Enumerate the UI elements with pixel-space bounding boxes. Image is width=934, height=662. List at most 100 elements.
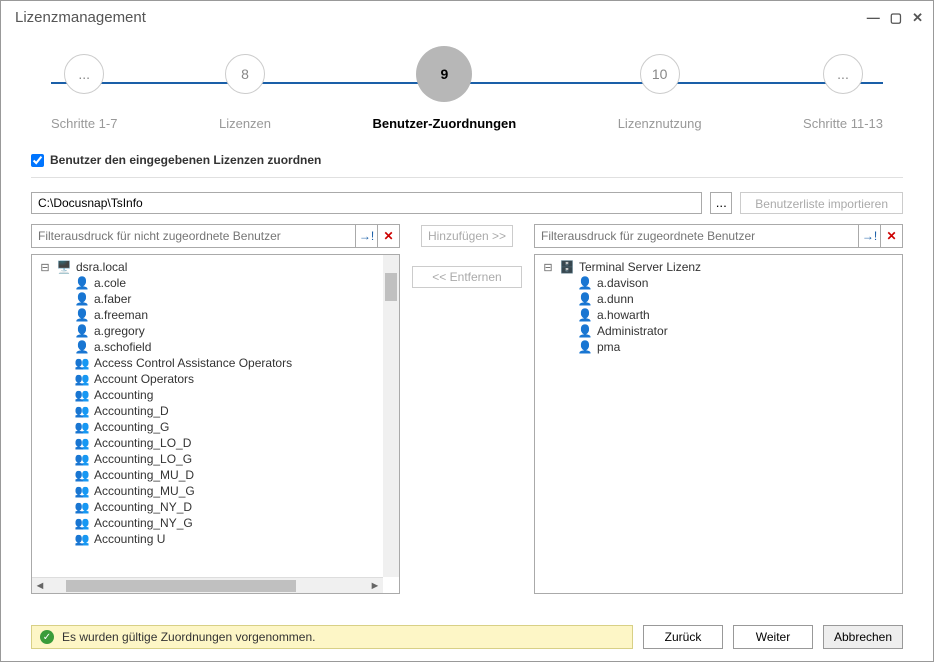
close-icon[interactable]: ✕ [912, 10, 923, 26]
user-icon: 👤 [577, 340, 593, 354]
user-icon: 👤 [74, 324, 90, 338]
assigned-panel: →! ✕ ⊟ 🗄️ Terminal Server Lizenz 👤 a.davison… [534, 224, 903, 594]
filter-clear-icon[interactable]: ✕ [377, 225, 399, 247]
tree-item[interactable]: 👤 pma [537, 339, 900, 355]
user-icon: 👤 [577, 276, 593, 290]
import-userlist-button[interactable]: Benutzerliste importieren [740, 192, 903, 214]
filter-apply-icon[interactable]: →! [858, 225, 880, 247]
unassigned-tree[interactable]: ⊟🖥️dsra.local👤a.cole👤a.faber👤a.freeman👤a… [31, 254, 400, 594]
tree-item[interactable]: 👥 Accounting [34, 387, 397, 403]
tree-item[interactable]: 👥Access Control Assistance Operators [34, 355, 397, 371]
tree-item[interactable]: 👥 Accounting_NY_D [34, 499, 397, 515]
tree-item[interactable]: 👥Accounting_NY_G [34, 515, 397, 531]
step-label: Lizenznutzung [618, 116, 702, 131]
tree-item[interactable]: 👤Administrator [537, 323, 900, 339]
group-icon: 👥 [74, 500, 90, 514]
group-icon: 👥 [74, 484, 90, 498]
filter-unassigned-input[interactable] [32, 227, 355, 245]
step-circle: ... [64, 54, 104, 94]
tree-item-label: a.cole [94, 276, 126, 290]
user-icon: 👤 [577, 292, 593, 306]
tree-item-label: Accounting_LO_G [94, 452, 192, 466]
tree-item-label: Access Control Assistance Operators [94, 356, 292, 370]
tree-item[interactable]: 👥Accounting U [34, 531, 397, 547]
browse-button[interactable]: ... [710, 192, 732, 214]
tree-item-label: a.faber [94, 292, 131, 306]
tree-item[interactable]: 👤a.freeman [34, 307, 397, 323]
tree-item-label: Account Operators [94, 372, 194, 386]
wizard-step-1-7[interactable]: ... Schritte 1-7 [51, 54, 117, 131]
domain-icon: 🖥️ [56, 260, 72, 274]
success-icon: ✓ [40, 630, 54, 644]
user-icon: 👤 [74, 276, 90, 290]
add-button[interactable]: Hinzufügen >> [421, 225, 513, 247]
collapse-icon[interactable]: ⊟ [38, 261, 52, 274]
wizard-step-user-assignments[interactable]: 9 Benutzer-Zuordnungen [373, 54, 517, 131]
status-text: Es wurden gültige Zuordnungen vorgenomme… [62, 630, 316, 644]
scrollbar-v[interactable] [383, 255, 399, 577]
tree-root[interactable]: ⊟🖥️dsra.local [34, 259, 397, 275]
tree-item[interactable]: 👥 Account Operators [34, 371, 397, 387]
path-input[interactable] [31, 192, 702, 214]
assigned-tree[interactable]: ⊟ 🗄️ Terminal Server Lizenz 👤 a.davison 👤 a.du… [534, 254, 903, 594]
tree-item-label: Accounting [94, 388, 153, 402]
tree-item[interactable]: 👤a.howarth [537, 307, 900, 323]
wizard-step-licenses[interactable]: 8 Lizenzen [219, 54, 271, 131]
tree-root[interactable]: ⊟ 🗄️ Terminal Server Lizenz [537, 259, 900, 275]
tree-item[interactable]: 👤a.faber [34, 291, 397, 307]
tree-item-label: Accounting_G [94, 420, 169, 434]
maximize-icon[interactable]: ▢ [890, 10, 902, 26]
wizard-step-license-usage[interactable]: 10 Lizenznutzung [618, 54, 702, 131]
titlebar: Lizenzmanagement — ▢ ✕ [1, 1, 933, 34]
step-circle: 9 [416, 46, 472, 102]
filter-apply-icon[interactable]: →! [355, 225, 377, 247]
tree-item[interactable]: 👥 Accounting_G [34, 419, 397, 435]
remove-button[interactable]: << Entfernen [412, 266, 522, 288]
tree-item[interactable]: 👥Accounting_MU_D [34, 467, 397, 483]
window-controls: — ▢ ✕ [867, 10, 923, 26]
tree-item[interactable]: 👥Accounting_MU_G [34, 483, 397, 499]
step-label: Lizenzen [219, 116, 271, 131]
status-message: ✓ Es wurden gültige Zuordnungen vorgenom… [31, 625, 633, 649]
tree-item[interactable]: 👥 Accounting_D [34, 403, 397, 419]
group-icon: 👥 [74, 516, 90, 530]
tree-item-label: Accounting_NY_D [94, 500, 192, 514]
group-icon: 👥 [74, 388, 90, 402]
back-button[interactable]: Zurück [643, 625, 723, 649]
minimize-icon[interactable]: — [867, 10, 880, 25]
group-icon: 👥 [74, 452, 90, 466]
tree-item[interactable]: 👤 a.davison [537, 275, 900, 291]
tree-item[interactable]: 👤 a.cole [34, 275, 397, 291]
tree-item[interactable]: 👤a.schofield [34, 339, 397, 355]
wizard-step-11-13[interactable]: ... Schritte 11-13 [803, 54, 883, 131]
assign-users-checkbox[interactable] [31, 154, 44, 167]
tree-item-label: Accounting_LO_D [94, 436, 191, 450]
tree-item-label: pma [597, 340, 620, 354]
filter-clear-icon[interactable]: ✕ [880, 225, 902, 247]
step-label: Schritte 1-7 [51, 116, 117, 131]
tree-item-label: a.gregory [94, 324, 145, 338]
tree-item[interactable]: 👤 a.dunn [537, 291, 900, 307]
tree-item[interactable]: 👤 a.gregory [34, 323, 397, 339]
group-icon: 👥 [74, 404, 90, 418]
tree-root-label: Terminal Server Lizenz [579, 260, 701, 274]
server-icon: 🗄️ [559, 260, 575, 274]
collapse-icon[interactable]: ⊟ [541, 261, 555, 274]
group-icon: 👥 [74, 436, 90, 450]
tree-item-label: a.davison [597, 276, 648, 290]
next-button[interactable]: Weiter [733, 625, 813, 649]
step-circle: 10 [640, 54, 680, 94]
cancel-button[interactable]: Abbrechen [823, 625, 903, 649]
window-title: Lizenzmanagement [15, 9, 146, 26]
group-icon: 👥 [74, 372, 90, 386]
scrollbar-h[interactable]: ◄► [32, 577, 383, 593]
tree-item[interactable]: 👥 Accounting_LO_D [34, 435, 397, 451]
tree-item-label: Accounting_D [94, 404, 169, 418]
group-icon: 👥 [74, 420, 90, 434]
group-icon: 👥 [74, 468, 90, 482]
tree-item[interactable]: 👥 Accounting_LO_G [34, 451, 397, 467]
filter-assigned-input[interactable] [535, 227, 858, 245]
transfer-buttons: Hinzufügen >> << Entfernen [412, 224, 522, 594]
tree-item-label: a.dunn [597, 292, 634, 306]
tree-item-label: Accounting U [94, 532, 165, 546]
